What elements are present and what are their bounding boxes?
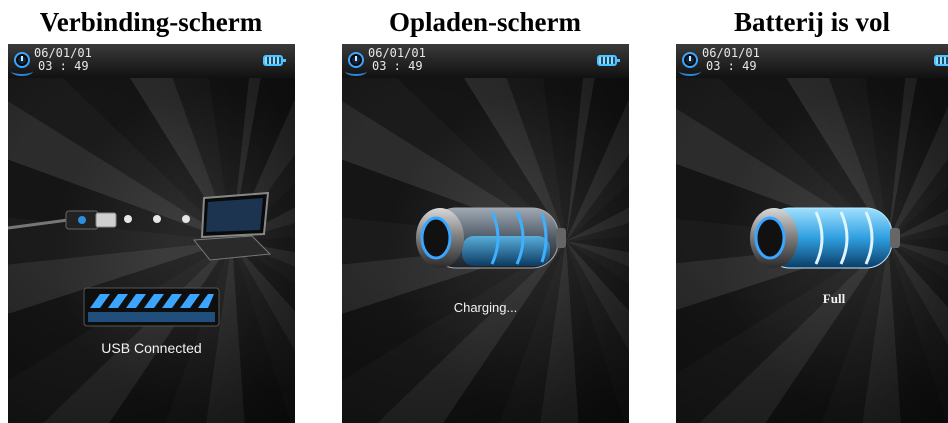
charging-screen: 06/01/01 03 : 49 Charging... bbox=[342, 44, 629, 423]
transfer-progress-bar bbox=[83, 287, 220, 327]
connection-dots bbox=[124, 215, 190, 223]
battery-charging-icon bbox=[416, 207, 566, 269]
panel-title-charging: Opladen-scherm bbox=[389, 7, 581, 37]
usb-connection-illustration bbox=[8, 191, 272, 327]
connection-status-label: USB Connected bbox=[101, 340, 202, 356]
battery-full-screen: 06/01/01 03 : 49 Full bbox=[676, 44, 948, 423]
usb-plug-icon bbox=[8, 210, 117, 230]
panel-title-full: Batterij is vol bbox=[734, 7, 890, 37]
panel-title-connection: Verbinding-scherm bbox=[39, 7, 263, 37]
battery-full-icon bbox=[750, 207, 900, 269]
full-status-label: Full bbox=[822, 291, 846, 306]
charging-status-label: Charging... bbox=[453, 300, 518, 315]
connection-screen: 06/01/01 03 : 49 USB Connected bbox=[8, 44, 295, 423]
laptop-icon bbox=[193, 191, 272, 261]
